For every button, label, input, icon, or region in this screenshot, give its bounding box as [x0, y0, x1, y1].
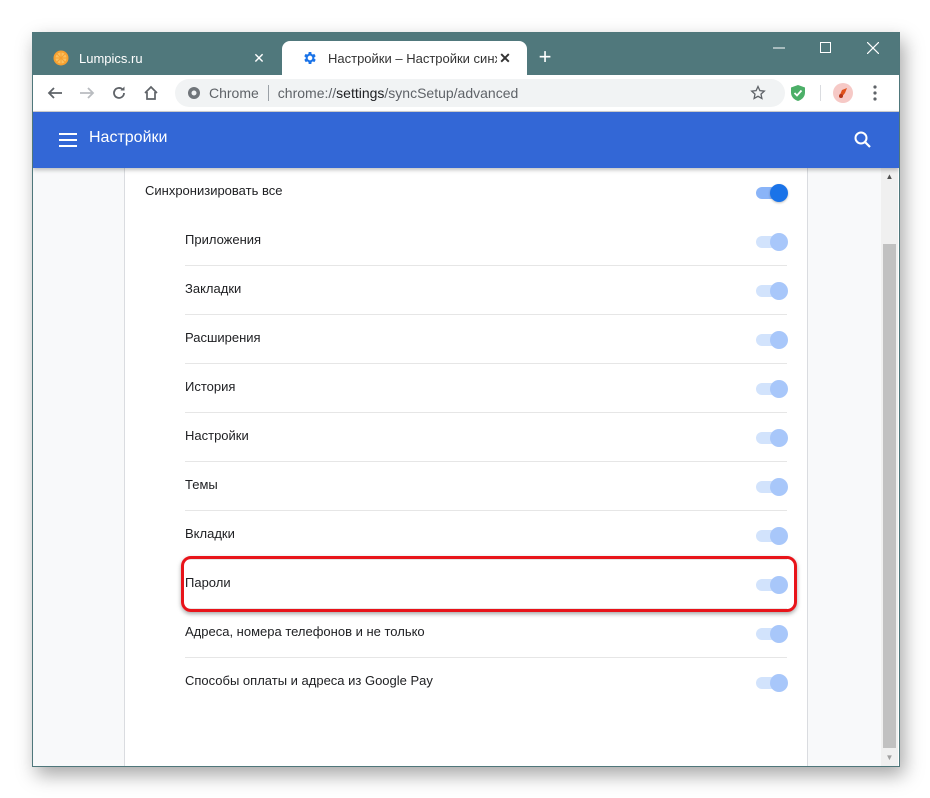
adguard-extension-button[interactable] — [786, 81, 810, 105]
home-button[interactable] — [139, 81, 163, 105]
sync-item-label: Приложения — [185, 232, 262, 247]
sync-item-label: Расширения — [185, 330, 261, 345]
sync-item-label: Настройки — [185, 428, 249, 443]
omnibox-separator — [267, 85, 269, 101]
close-tab-icon[interactable]: ✕ — [251, 50, 267, 67]
sync-item-row[interactable]: Темы — [125, 462, 807, 511]
sync-item-row[interactable]: Вкладки — [125, 511, 807, 560]
sync-item-label: Адреса, номера телефонов и не только — [185, 624, 425, 639]
sync-item-toggle[interactable] — [756, 282, 788, 300]
sync-item-row[interactable]: Способы оплаты и адреса из Google Pay — [125, 658, 807, 707]
url-host: settings — [336, 85, 385, 101]
omnibox-chip: Chrome — [209, 85, 259, 101]
back-button[interactable] — [43, 81, 67, 105]
home-icon — [144, 85, 158, 100]
sync-item-row[interactable]: Закладки — [125, 266, 807, 315]
tab-settings[interactable]: Настройки – Настройки синхронизации ✕ — [282, 41, 527, 75]
scroll-down-arrow-icon[interactable]: ▼ — [881, 749, 898, 766]
arrow-left-icon — [47, 87, 62, 99]
arrow-right-icon — [80, 87, 95, 99]
sync-item-row[interactable]: Приложения — [125, 217, 807, 266]
address-bar[interactable]: Chrome chrome://settings/syncSetup/advan… — [175, 79, 785, 107]
sync-item-row[interactable]: Пароли — [125, 560, 807, 609]
scroll-up-arrow-icon[interactable]: ▲ — [881, 168, 898, 185]
tab-title: Lumpics.ru — [79, 50, 143, 66]
close-window-button[interactable] — [850, 33, 896, 63]
sync-all-label: Синхронизировать все — [145, 183, 283, 198]
sync-item-label: Пароли — [185, 575, 231, 590]
gear-icon — [304, 52, 316, 64]
toolbar-divider — [820, 85, 821, 101]
reload-icon — [113, 86, 125, 99]
profile-avatar-button[interactable] — [831, 81, 855, 105]
sync-item-toggle[interactable] — [756, 331, 788, 349]
minimize-button[interactable] — [756, 33, 802, 63]
minimize-icon — [773, 47, 785, 49]
reload-button[interactable] — [107, 81, 131, 105]
url-prefix: chrome:// — [277, 85, 337, 101]
sync-item-row[interactable]: Настройки — [125, 413, 807, 462]
sync-item-row[interactable]: История — [125, 364, 807, 413]
avatar-icon — [833, 83, 853, 103]
chrome-icon — [188, 87, 200, 99]
chrome-menu-button[interactable] — [863, 81, 887, 105]
sync-all-row[interactable]: Синхронизировать все — [125, 168, 807, 217]
maximize-button[interactable] — [803, 33, 849, 63]
browser-window: Lumpics.ru ✕ Настройки – Настройки синхр… — [32, 32, 900, 767]
tab-lumpics[interactable]: Lumpics.ru ✕ — [33, 41, 281, 75]
url-path: /syncSetup/advanced — [384, 85, 519, 101]
sync-item-row[interactable]: Адреса, номера телефонов и не только — [125, 609, 807, 658]
sync-settings-card: Синхронизировать все Приложения Закладки Р… — [124, 168, 808, 766]
search-icon[interactable] — [853, 130, 873, 150]
sync-item-label: Вкладки — [185, 526, 235, 541]
kebab-menu-icon — [873, 85, 877, 101]
sync-item-label: Закладки — [185, 281, 242, 296]
page-scrollbar[interactable]: ▲ ▼ — [881, 168, 898, 766]
browser-toolbar: Chrome chrome://settings/syncSetup/advan… — [33, 75, 899, 112]
sync-item-toggle[interactable] — [756, 576, 788, 594]
sync-item-toggle[interactable] — [756, 527, 788, 545]
sync-item-label: Темы — [185, 477, 218, 492]
scrollbar-thumb[interactable] — [883, 244, 896, 748]
url-text: chrome://settings/syncSetup/advanced — [278, 85, 518, 101]
sync-item-toggle[interactable] — [756, 429, 788, 447]
sync-item-toggle[interactable] — [756, 380, 788, 398]
sync-item-toggle[interactable] — [756, 478, 788, 496]
sync-item-toggle[interactable] — [756, 233, 788, 251]
bookmark-star-button[interactable] — [746, 81, 770, 105]
settings-content: Синхронизировать все Приложения Закладки Р… — [33, 168, 881, 766]
title-bar: Lumpics.ru ✕ Настройки – Настройки синхр… — [33, 33, 899, 75]
page-title: Настройки — [89, 129, 168, 146]
sync-item-row[interactable]: Расширения — [125, 315, 807, 364]
sync-item-toggle[interactable] — [756, 625, 788, 643]
tab-title: Настройки – Настройки синхронизации — [328, 50, 497, 66]
new-tab-button[interactable]: + — [533, 45, 557, 69]
forward-button[interactable] — [75, 81, 99, 105]
close-icon — [867, 42, 879, 54]
maximize-icon — [820, 42, 831, 53]
sync-item-toggle[interactable] — [756, 674, 788, 692]
orange-slice-icon — [53, 50, 69, 66]
close-tab-icon[interactable]: ✕ — [497, 50, 513, 67]
settings-header: Настройки — [33, 112, 899, 168]
shield-check-icon — [791, 85, 805, 101]
sync-item-label: История — [185, 379, 236, 394]
hamburger-menu-icon[interactable] — [59, 130, 77, 150]
star-icon — [750, 85, 766, 100]
sync-all-toggle[interactable] — [756, 184, 788, 202]
sync-item-label: Способы оплаты и адреса из Google Pay — [185, 673, 433, 688]
